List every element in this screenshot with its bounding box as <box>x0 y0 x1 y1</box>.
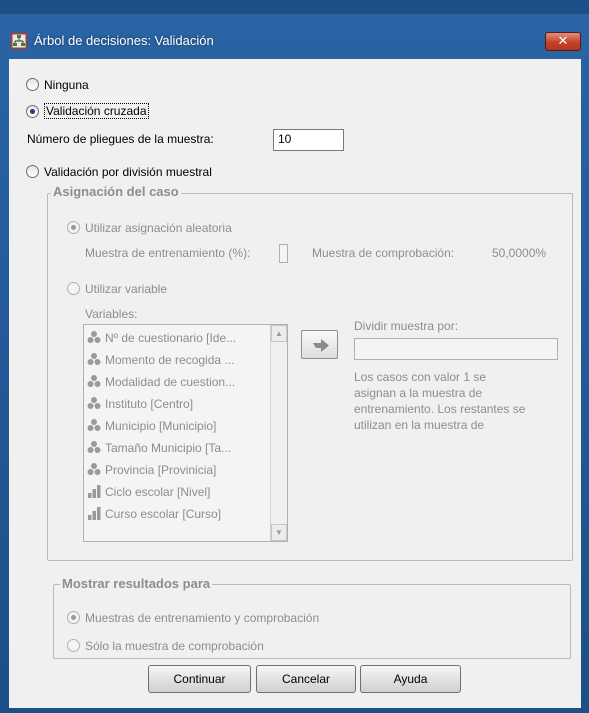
help-button[interactable]: Ayuda <box>360 665 461 693</box>
split-help-text: Los casos con valor 1 se asignan a la mu… <box>354 369 566 433</box>
close-button[interactable]: ✕ <box>545 32 581 51</box>
training-sample-label: Muestra de entrenamiento (%): <box>85 246 251 260</box>
scroll-down-arrow-icon[interactable]: ▼ <box>271 524 287 541</box>
folds-input[interactable]: 10 <box>273 129 344 151</box>
nominal-icon <box>87 419 101 431</box>
radio-none[interactable] <box>26 78 39 91</box>
variable-list-item[interactable]: Ciclo escolar [Nivel] <box>87 483 262 501</box>
nominal-icon <box>87 331 101 343</box>
variables-listbox[interactable]: Nº de cuestionario [Ide... Momento de rec… <box>83 324 288 542</box>
variable-list-item[interactable]: Modalidad de cuestion... <box>87 373 262 391</box>
help-line: entrenamiento. Los restantes se <box>354 402 526 416</box>
variable-list-item[interactable]: Nº de cuestionario [Ide... <box>87 329 262 347</box>
nominal-icon <box>87 441 101 453</box>
split-by-label: Dividir muestra por: <box>354 319 459 333</box>
radio-random-assignment-label: Utilizar asignación aleatoria <box>85 221 232 235</box>
radio-use-variable[interactable] <box>67 282 80 295</box>
help-line: asignan a la muestra de <box>354 386 483 400</box>
help-line: Los casos con valor 1 se <box>354 370 487 384</box>
continue-button[interactable]: Continuar <box>148 665 251 693</box>
variable-list-item[interactable]: Provincia [Provinicia] <box>87 461 262 479</box>
variable-label: Tamaño Municipio [Ta... <box>105 441 232 455</box>
radio-random-assignment[interactable] <box>67 221 80 234</box>
variable-label: Nº de cuestionario [Ide... <box>105 331 237 345</box>
variable-label: Provincia [Provinicia] <box>105 463 217 477</box>
show-results-title: Mostrar resultados para <box>60 576 213 591</box>
help-line: utilizan en la muestra de <box>354 418 485 432</box>
cross-validation-text: Validación cruzada <box>44 103 149 119</box>
radio-split-sample-label: Validación por división muestral <box>44 165 212 179</box>
arrow-right-icon <box>313 339 329 352</box>
move-variable-button[interactable] <box>301 330 338 359</box>
test-sample-value: 50,0000% <box>492 246 547 260</box>
dialog-window: Árbol de decisiones: Validación ✕ Ningun… <box>0 14 589 713</box>
variable-list-item[interactable]: Momento de recogida ... <box>87 351 262 369</box>
nominal-icon <box>87 353 101 365</box>
ordinal-icon <box>88 485 101 498</box>
variable-label: Instituto [Centro] <box>105 397 194 411</box>
decision-tree-app-icon <box>11 33 27 49</box>
radio-none-label: Ninguna <box>44 78 89 92</box>
close-icon: ✕ <box>557 33 569 48</box>
radio-test-only[interactable] <box>67 639 80 652</box>
variable-list-item[interactable]: Municipio [Municipio] <box>87 417 262 435</box>
case-assignment-title: Asignación del caso <box>51 184 181 199</box>
variable-label: Modalidad de cuestion... <box>105 375 236 389</box>
variable-label: Momento de recogida ... <box>105 353 235 367</box>
radio-cross-validation[interactable] <box>26 105 39 118</box>
nominal-icon <box>87 375 101 387</box>
nominal-icon <box>87 463 101 475</box>
split-by-input[interactable] <box>354 338 558 360</box>
cancel-button[interactable]: Cancelar <box>256 665 356 693</box>
variable-label: Curso escolar [Curso] <box>105 507 222 521</box>
variable-label: Municipio [Municipio] <box>105 419 217 433</box>
radio-use-variable-label: Utilizar variable <box>85 282 168 296</box>
variable-list-item[interactable]: Curso escolar [Curso] <box>87 505 262 523</box>
radio-training-and-test[interactable] <box>67 611 80 624</box>
ordinal-icon <box>88 507 101 520</box>
radio-test-only-label: Sólo la muestra de comprobación <box>85 639 264 653</box>
folds-label: Número de pliegues de la muestra: <box>27 132 214 146</box>
variable-list-item[interactable]: Tamaño Municipio [Ta... <box>87 439 262 457</box>
variable-label: Ciclo escolar [Nivel] <box>105 485 211 499</box>
radio-split-sample[interactable] <box>26 165 39 178</box>
test-sample-label: Muestra de comprobación: <box>312 246 455 260</box>
training-sample-input[interactable] <box>279 244 288 263</box>
nominal-icon <box>87 397 101 409</box>
dialog-body: Ninguna Validación cruzada Número de pli… <box>9 59 581 708</box>
radio-training-and-test-label: Muestras de entrenamiento y comprobación <box>85 611 320 625</box>
scroll-up-arrow-icon[interactable]: ▲ <box>271 325 287 342</box>
window-title: Árbol de decisiones: Validación <box>34 33 214 48</box>
variables-label: Variables: <box>85 307 138 321</box>
title-bar[interactable]: Árbol de decisiones: Validación ✕ <box>0 14 589 54</box>
variables-scrollbar[interactable]: ▲ ▼ <box>270 325 287 541</box>
variable-list-item[interactable]: Instituto [Centro] <box>87 395 262 413</box>
radio-cross-validation-label: Validación cruzada <box>44 103 149 119</box>
